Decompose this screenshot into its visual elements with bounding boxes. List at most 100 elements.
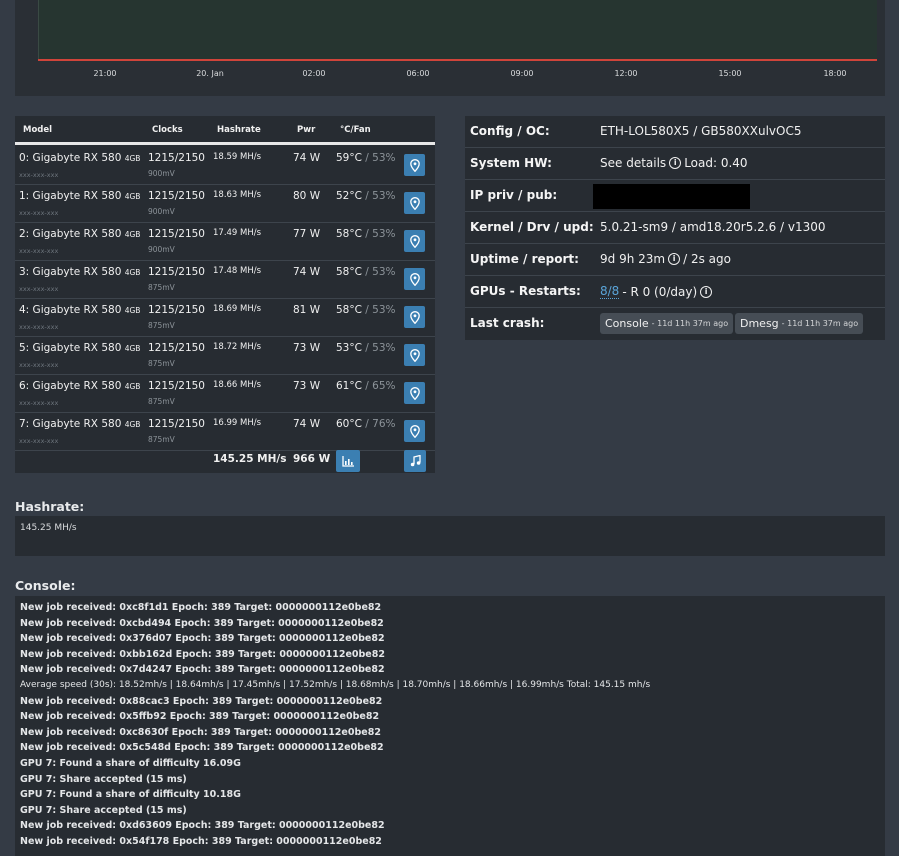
gpu-model-name: 4: Gigabyte RX 580: [19, 304, 122, 316]
console-line: New job received: 0xc8f1d1 Epoch: 389 Ta…: [20, 602, 382, 613]
gpu-row: 1: Gigabyte RX 580 4GB xxx-xxx-xxx 1215/21…: [15, 185, 435, 223]
gpu-voltage: 875mV: [148, 283, 175, 292]
gpu-fan: / 65%: [361, 380, 396, 392]
hashrate-section-title: Hashrate:: [15, 499, 85, 514]
gpu-temp: 61°C: [336, 380, 362, 392]
gpu-clocks: 1215/2150: [148, 304, 205, 316]
gpu-model: 3: Gigabyte RX 580 4GB: [19, 266, 140, 278]
gpu-memory: 4GB: [124, 420, 141, 429]
map-pin-icon: [409, 386, 420, 400]
gpu-locate-button[interactable]: [404, 420, 425, 442]
chart-x-tick: 06:00: [406, 69, 430, 78]
gpu-locate-button[interactable]: [404, 306, 425, 328]
dmesg-crash-button[interactable]: Dmesg - 11d 11h 37m ago: [735, 313, 864, 334]
gpu-memory: 4GB: [124, 192, 141, 201]
gpu-temp: 58°C: [336, 304, 362, 316]
gpu-memory: 4GB: [124, 382, 141, 391]
console-crash-button[interactable]: Console - 11d 11h 37m ago: [600, 313, 734, 334]
ip-redacted-block: [593, 184, 750, 209]
chart-x-tick: 09:00: [510, 69, 534, 78]
gpu-fan: / 76%: [361, 418, 396, 430]
gpu-table: Model Clocks Hashrate Pwr °C/Fan 0: Giga…: [15, 116, 435, 473]
gpu-model: 0: Gigabyte RX 580 4GB: [19, 152, 140, 164]
see-details-link[interactable]: See details: [600, 156, 666, 170]
info-row-config: Config / OC: ETH-LOL580X5 / GB580XXulvOC…: [465, 116, 885, 148]
gpu-temp-fan: 53°C / 53%: [336, 342, 396, 354]
chart-x-tick: 20. Jan: [196, 69, 224, 78]
gpu-locate-button[interactable]: [404, 192, 425, 214]
gpu-row: 7: Gigabyte RX 580 4GB xxx-xxx-xxx 1215/21…: [15, 413, 435, 451]
gpu-row: 2: Gigabyte RX 580 4GB xxx-xxx-xxx 1215/21…: [15, 223, 435, 261]
gpu-hashrate: 16.99 MH/s: [213, 418, 262, 428]
gpus-count-link[interactable]: 8/8: [600, 284, 620, 299]
gpu-voltage: 900mV: [148, 207, 175, 216]
chart-button[interactable]: [336, 450, 360, 472]
chart-x-tick: 02:00: [302, 69, 326, 78]
gpu-hashrate: 18.63 MH/s: [213, 190, 262, 200]
gpu-memory: 4GB: [124, 306, 141, 315]
gpu-model-name: 2: Gigabyte RX 580: [19, 228, 122, 240]
map-pin-icon: [409, 158, 420, 172]
console-line: New job received: 0x5ffb92 Epoch: 389 Ta…: [20, 711, 380, 723]
console-crash-label: Console: [605, 317, 649, 330]
map-pin-icon: [409, 196, 420, 210]
console-line: GPU 7: Found a share of difficulty 16.09…: [20, 758, 241, 769]
chart-x-tick: 15:00: [718, 69, 742, 78]
restarts-text: - R 0 (0/day): [622, 284, 698, 299]
console-line: New job received: 0xd63609 Epoch: 389 Ta…: [20, 820, 385, 832]
gpu-table-footer: 145.25 MH/s 966 W: [15, 449, 435, 473]
console-crash-ago: - 11d 11h 37m ago: [651, 319, 729, 328]
header-pwr: Pwr: [297, 125, 316, 135]
gpu-serial: xxx-xxx-xxx: [19, 171, 59, 179]
sound-button[interactable]: [404, 450, 426, 472]
gpu-serial: xxx-xxx-xxx: [19, 437, 59, 445]
header-temp-fan: °C/Fan: [340, 125, 371, 135]
gpu-temp: 58°C: [336, 228, 362, 240]
gpu-fan: / 53%: [361, 266, 396, 278]
gpu-serial: xxx-xxx-xxx: [19, 323, 59, 331]
gpus-label: GPUs - Restarts:: [470, 284, 581, 298]
gpu-serial: xxx-xxx-xxx: [19, 285, 59, 293]
info-row-uptime: Uptime / report: 9d 9h 23m i / 2s ago: [465, 244, 885, 276]
gpu-model-name: 0: Gigabyte RX 580: [19, 152, 122, 164]
chart-series-line: [38, 59, 877, 61]
gpu-locate-button[interactable]: [404, 344, 425, 366]
info-icon[interactable]: i: [700, 285, 713, 298]
gpu-model-name: 1: Gigabyte RX 580: [19, 190, 122, 202]
gpu-locate-button[interactable]: [404, 268, 425, 290]
gpu-row: 6: Gigabyte RX 580 4GB xxx-xxx-xxx 1215/21…: [15, 375, 435, 413]
dmesg-crash-label: Dmesg: [740, 317, 779, 330]
map-pin-icon: [409, 234, 420, 248]
info-icon[interactable]: i: [669, 157, 682, 169]
gpu-hashrate: 18.59 MH/s: [213, 152, 262, 162]
header-clocks: Clocks: [152, 125, 183, 135]
gpu-model: 1: Gigabyte RX 580 4GB: [19, 190, 140, 202]
gpu-temp-fan: 59°C / 53%: [336, 152, 396, 164]
console-line: New job received: 0x88cac3 Epoch: 389 Ta…: [20, 695, 383, 707]
gpu-hashrate: 18.72 MH/s: [213, 342, 262, 352]
gpu-memory: 4GB: [124, 230, 141, 239]
gpu-locate-button[interactable]: [404, 382, 425, 404]
gpu-power: 74 W: [293, 266, 321, 278]
gpu-hashrate: 18.66 MH/s: [213, 380, 262, 390]
chart-x-tick: 18:00: [823, 69, 847, 78]
info-icon[interactable]: i: [668, 253, 681, 265]
load-value: Load: 0.40: [684, 156, 748, 170]
gpu-serial: xxx-xxx-xxx: [19, 361, 59, 369]
gpu-table-header: Model Clocks Hashrate Pwr °C/Fan: [15, 116, 435, 145]
gpu-fan: / 53%: [361, 228, 396, 240]
gpu-model-name: 6: Gigabyte RX 580: [19, 380, 122, 392]
gpu-fan: / 53%: [361, 304, 396, 316]
gpu-temp-fan: 58°C / 53%: [336, 228, 396, 240]
gpu-voltage: 900mV: [148, 245, 175, 254]
console-line: New job received: 0x54f178 Epoch: 389 Ta…: [20, 836, 382, 847]
hashrate-chart: 21:00 20. Jan 02:00 06:00 09:00 12:00 15:00 18:…: [15, 0, 885, 96]
ip-label: IP priv / pub:: [470, 188, 558, 202]
gpu-locate-button[interactable]: [404, 154, 425, 176]
gpu-temp-fan: 58°C / 53%: [336, 266, 396, 278]
dmesg-crash-ago: - 11d 11h 37m ago: [781, 319, 859, 328]
gpu-memory: 4GB: [124, 154, 141, 163]
gpu-locate-button[interactable]: [404, 230, 425, 252]
console-log[interactable]: New job received: 0xc8f1d1 Epoch: 389 Ta…: [15, 596, 885, 856]
gpu-power: 77 W: [293, 228, 321, 240]
